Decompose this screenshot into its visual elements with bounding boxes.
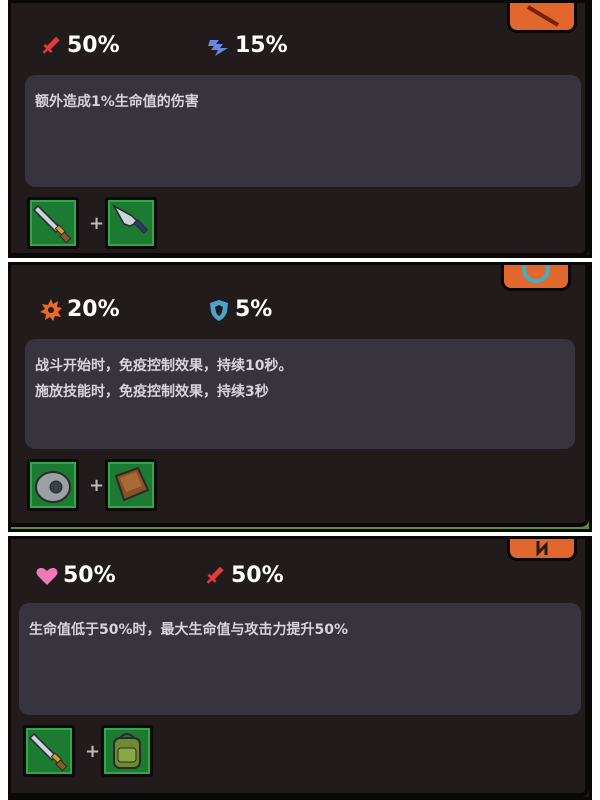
stat-attack: 50%: [39, 33, 120, 58]
backpack-icon: [113, 733, 141, 769]
item-icon-badge[interactable]: [501, 265, 571, 291]
description-box: 战斗开始时，免疫控制效果，持续10秒。 施放技能时，免疫控制效果，持续3秒: [25, 339, 575, 449]
material-slot-2[interactable]: [101, 725, 153, 777]
item-card-2: 20% 5% 战斗开始时，免疫控制效果，持续10秒。 施放技能时，免疫控制效果，…: [8, 262, 592, 532]
plus-icon: +: [85, 741, 101, 762]
blue-speed-icon: [208, 39, 228, 56]
steel-sword-icon: [28, 732, 68, 772]
item-icon-badge[interactable]: [507, 3, 577, 33]
plus-icon: +: [89, 475, 105, 496]
stat-defense: 5%: [207, 297, 272, 322]
stat-value: 50%: [67, 33, 120, 58]
stat-value: 50%: [231, 563, 284, 588]
material-slot-1[interactable]: [27, 459, 79, 511]
item-icon-badge[interactable]: [507, 539, 577, 561]
item-card-1: 50% 15% 额外造成1%生命值的伤害 +: [8, 0, 592, 258]
stat-health: 50%: [35, 563, 116, 588]
stat-speed: 15%: [207, 33, 288, 58]
description-line: 额外造成1%生命值的伤害: [35, 94, 199, 110]
material-slot-1[interactable]: [23, 725, 75, 777]
leather-book-icon: [114, 466, 150, 502]
sword-badge-icon: [526, 5, 560, 27]
stat-attack: 50%: [203, 563, 284, 588]
description-line: 战斗开始时，免疫控制效果，持续10秒。: [35, 358, 293, 374]
description-line: 施放技能时，免疫控制效果，持续3秒: [35, 384, 269, 400]
armor-badge-icon: [536, 541, 548, 557]
red-sword-icon: [206, 566, 224, 584]
red-sword-icon: [42, 36, 60, 54]
steel-sword-icon: [32, 204, 72, 244]
description-box: 生命值低于50%时，最大生命值与攻击力提升50%: [19, 603, 581, 715]
item-card-3: 50% 50% 生命值低于50%时，最大生命值与攻击力提升50% +: [8, 536, 592, 800]
stat-value: 5%: [235, 297, 273, 322]
material-slot-1[interactable]: [27, 197, 79, 249]
plus-icon: +: [89, 213, 105, 234]
pink-heart-icon: [36, 567, 58, 585]
material-slot-2[interactable]: [105, 459, 157, 511]
stat-value: 20%: [67, 297, 120, 322]
description-line: 生命值低于50%时，最大生命值与攻击力提升50%: [29, 622, 349, 638]
description-box: 额外造成1%生命值的伤害: [25, 75, 581, 187]
orange-gear-icon: [40, 298, 62, 321]
blue-shield-icon: [210, 299, 228, 321]
stone-wheel-icon: [35, 471, 71, 503]
stat-value: 15%: [235, 33, 288, 58]
orb-badge-icon: [522, 265, 550, 283]
stat-critical: 20%: [39, 297, 120, 322]
stat-value: 50%: [63, 563, 116, 588]
material-slot-2[interactable]: [105, 197, 157, 249]
kunai-icon: [112, 204, 149, 234]
